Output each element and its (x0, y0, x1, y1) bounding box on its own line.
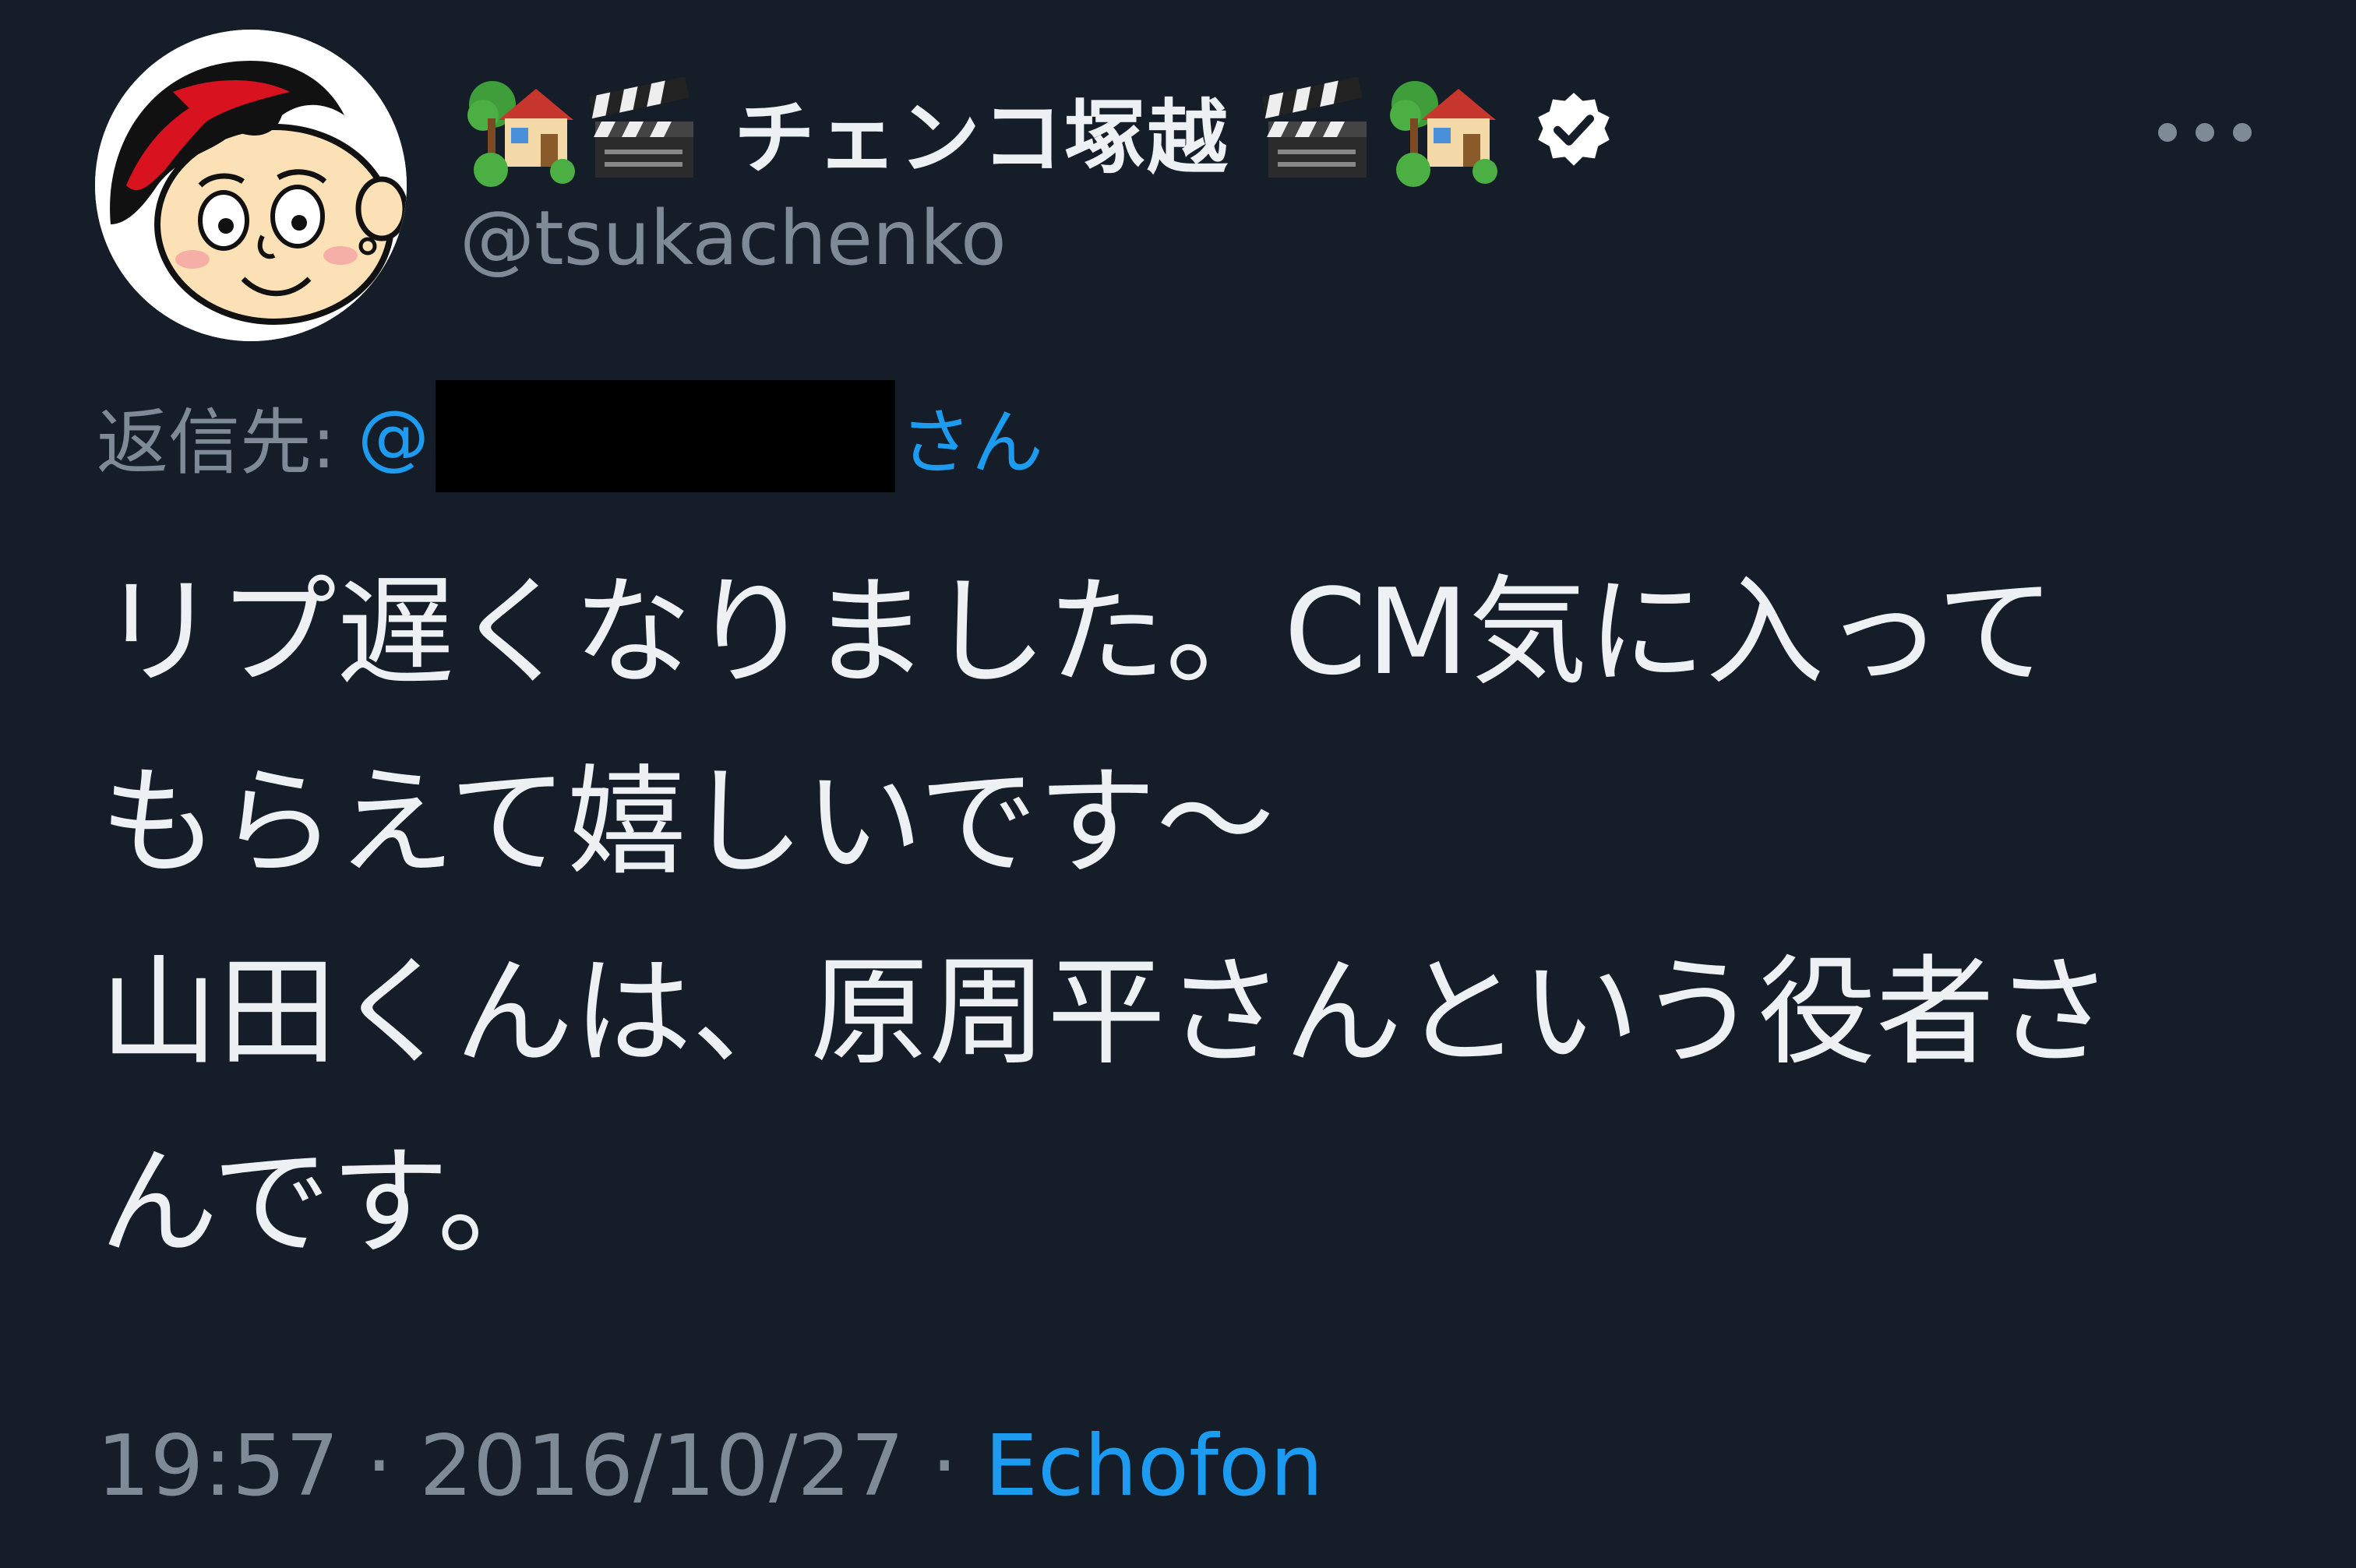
clapper-board-icon (1257, 72, 1374, 189)
reply-to-mention[interactable]: @ (358, 395, 429, 478)
more-dot (2158, 123, 2177, 142)
redacted-username (436, 380, 895, 492)
tweet-source-link[interactable]: Echofon (985, 1418, 1324, 1515)
meta-separator: · (365, 1418, 393, 1515)
avatar-illustration (95, 30, 407, 341)
tweet-card: チェンコ塚越 @tsukachenko 返信先: @ さん リプ遅くなりました。… (0, 0, 2356, 1568)
meta-separator: · (931, 1418, 958, 1515)
author-handle[interactable]: @tsukachenko (460, 195, 1007, 282)
more-dot (2196, 123, 2214, 142)
avatar[interactable] (95, 30, 407, 341)
house-with-garden-icon (1382, 72, 1499, 189)
verified-badge-icon (1533, 90, 1614, 171)
tweet-text: リプ遅くなりました。CM気に入って もらえて嬉しいです〜 山田くんは、原周平さん… (100, 563, 2113, 1271)
author-display-name[interactable]: チェンコ塚越 (734, 72, 1229, 189)
clapper-board-icon (584, 72, 701, 189)
tweet-meta: 19:57 · 2016/10/27 · Echofon (97, 1418, 1324, 1515)
house-with-garden-icon (460, 72, 577, 189)
reply-to-label: 返信先: (97, 400, 336, 484)
reply-to-suffix[interactable]: さん (900, 385, 1043, 488)
more-dot (2233, 123, 2252, 142)
more-options-icon[interactable] (2158, 109, 2252, 156)
tweet-date[interactable]: 2016/10/27 (419, 1418, 904, 1515)
author-name-row[interactable]: チェンコ塚越 (460, 72, 1614, 189)
tweet-time[interactable]: 19:57 (97, 1418, 339, 1515)
reply-to-line: 返信先: @ さん (97, 380, 1043, 492)
